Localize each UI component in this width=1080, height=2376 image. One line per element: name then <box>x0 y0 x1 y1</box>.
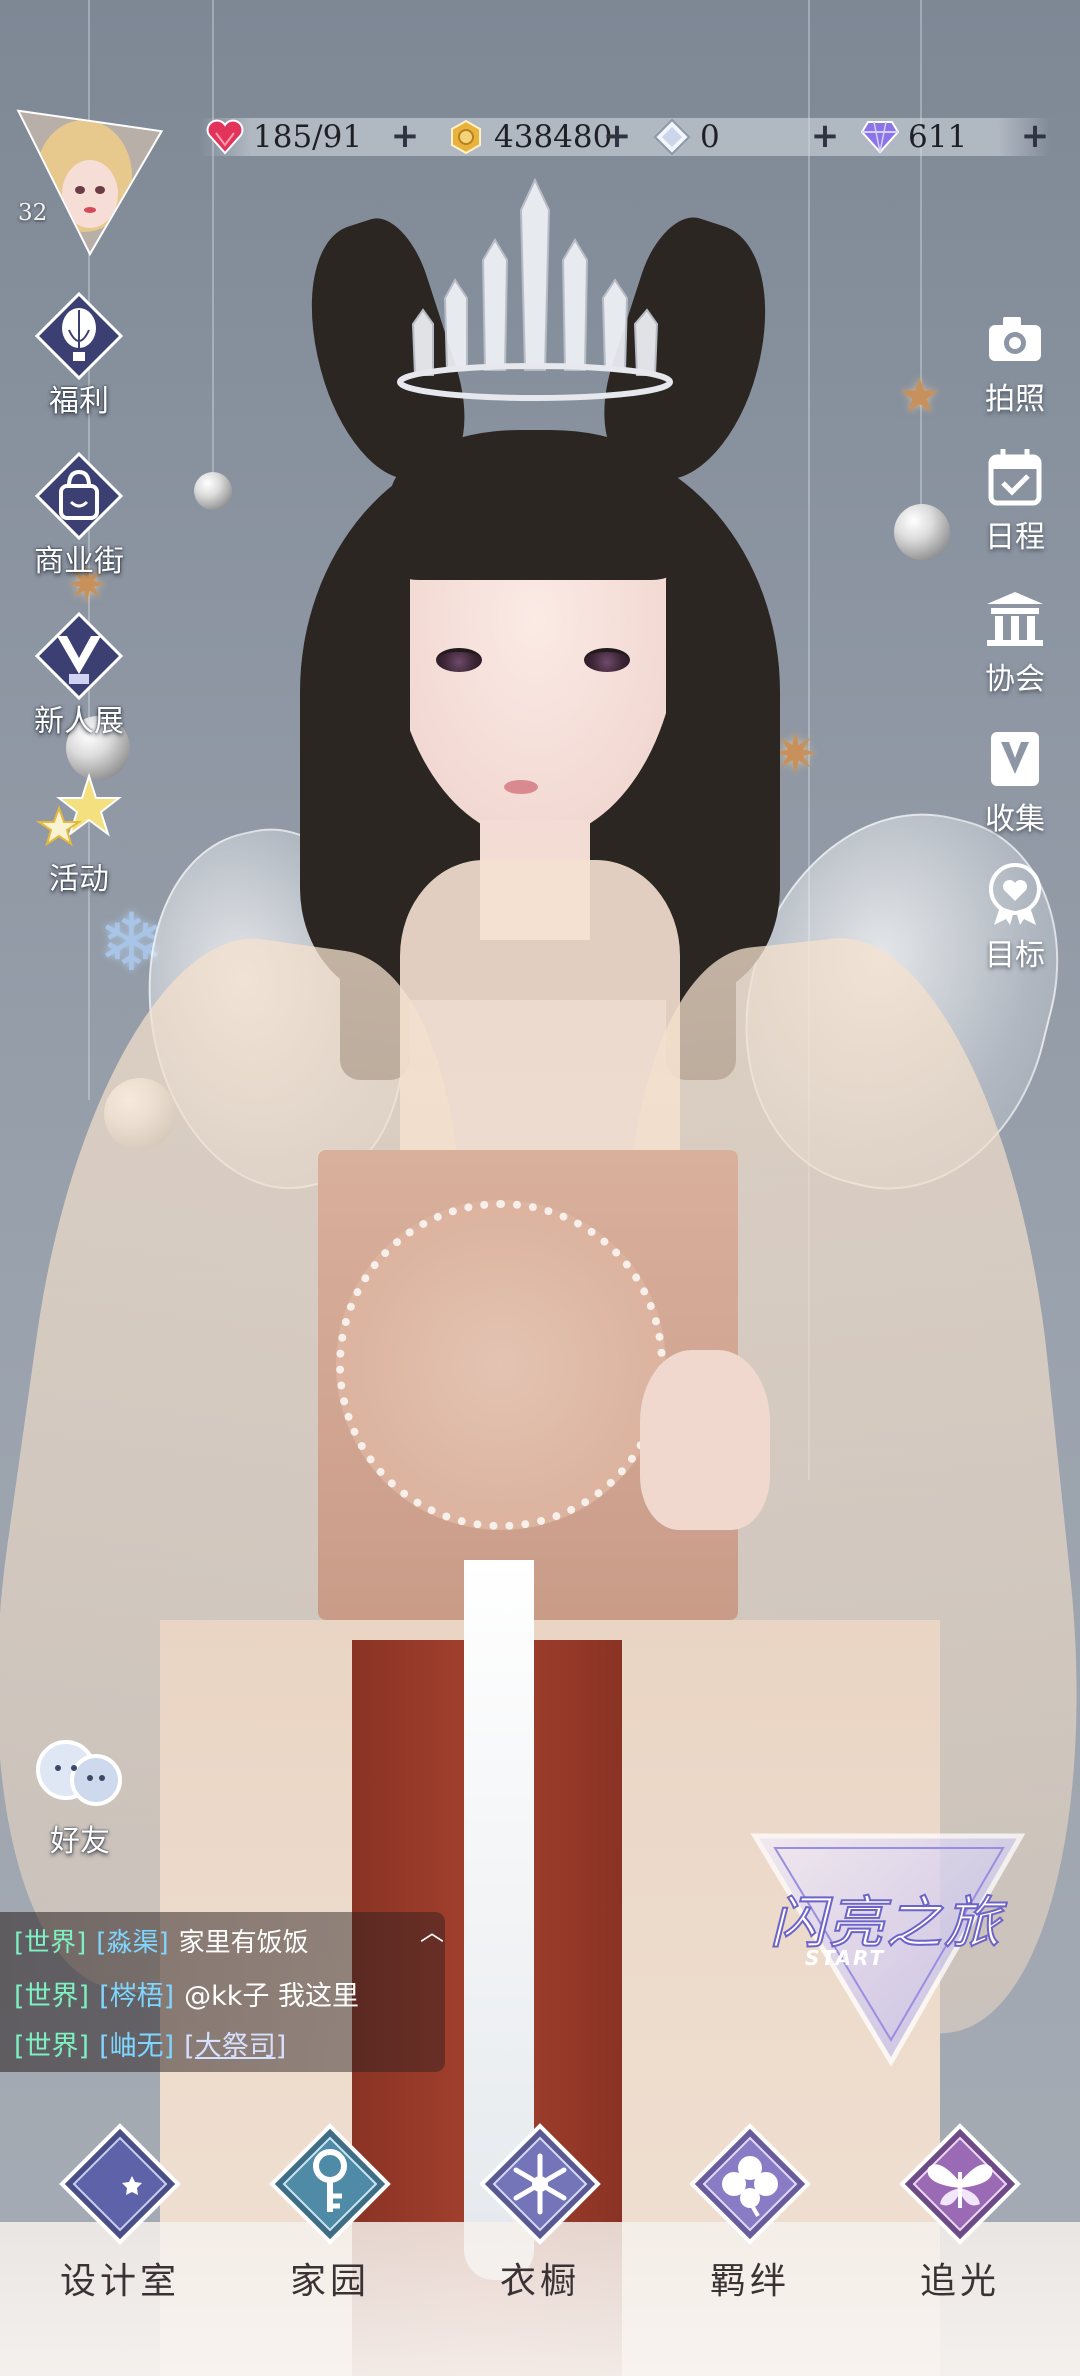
v-badge-icon <box>33 610 125 702</box>
schedule-label: 日程 <box>985 520 1045 555</box>
association-button[interactable]: 协会 <box>960 586 1070 698</box>
player-level: 32 <box>18 200 48 226</box>
newbie-exhibition-label: 新人展 <box>34 704 124 739</box>
player-avatar[interactable] <box>14 106 166 258</box>
chat-text: 家里有饭饭 <box>178 1928 309 1958</box>
welfare-button[interactable]: 福利 <box>14 290 144 420</box>
chevron-up-icon[interactable]: ︿ <box>418 1918 446 1946</box>
nav-wardrobe-label: 衣橱 <box>499 2261 580 2302</box>
shining-journey-banner[interactable]: 闪亮之旅 START <box>735 1822 1035 2072</box>
collection-label: 收集 <box>985 802 1045 837</box>
coin-icon <box>446 117 486 157</box>
photo-button[interactable]: 拍照 <box>960 306 1070 418</box>
add-crystal-button[interactable]: + <box>806 118 844 156</box>
chat-user[interactable]: [淼渠] <box>96 1922 168 1959</box>
nav-design-room-label: 设计室 <box>59 2261 180 2302</box>
crystal-value: 0 <box>700 119 720 155</box>
key-icon <box>264 2118 396 2250</box>
crystal-counter: 0 <box>652 112 720 162</box>
nav-wardrobe[interactable]: 衣橱 <box>460 2118 620 2304</box>
diamond-counter: 611 <box>860 112 967 162</box>
diamond-value: 611 <box>908 119 968 155</box>
friends-icon <box>30 1732 130 1822</box>
welfare-label: 福利 <box>49 384 109 419</box>
nav-bonds[interactable]: 羁绊 <box>670 2118 830 2304</box>
shopping-street-button[interactable]: 商业街 <box>14 450 144 580</box>
rabbit-embroidery <box>336 1200 666 1530</box>
butterfly-icon <box>894 2118 1026 2250</box>
nav-chase-light-label: 追光 <box>919 2261 1000 2302</box>
crystal-icon <box>652 117 692 157</box>
left-eye <box>436 648 482 672</box>
hanging-string <box>212 0 214 480</box>
coin-counter: 438480 <box>446 112 612 162</box>
star-ornament: ★ <box>898 368 942 424</box>
shopping-bag-icon <box>33 450 125 542</box>
add-diamonds-button[interactable]: + <box>1016 118 1054 156</box>
heart-gem-icon <box>205 117 245 157</box>
banner-start-label: START <box>805 1946 886 1970</box>
chat-channel: [世界] <box>14 1981 90 2012</box>
clover-icon <box>684 2118 816 2250</box>
stars-icon <box>33 768 125 860</box>
heart-medal-icon <box>982 862 1048 928</box>
crescent-moon-icon <box>54 2118 186 2250</box>
association-label: 协会 <box>985 662 1045 697</box>
hot-air-balloon-icon <box>33 290 125 382</box>
nav-chase-light[interactable]: 追光 <box>880 2118 1040 2304</box>
chat-channel: [世界] <box>14 2031 90 2062</box>
pearl-ornament <box>894 504 950 560</box>
events-button[interactable]: 活动 <box>14 768 144 898</box>
banner-title: 闪亮之旅 <box>769 1890 1002 1957</box>
schedule-button[interactable]: 日程 <box>960 444 1070 556</box>
collection-button[interactable]: 收集 <box>960 726 1070 838</box>
lips <box>504 780 538 794</box>
goals-button[interactable]: 目标 <box>960 862 1070 974</box>
chat-channel: [世界] <box>14 1928 87 1958</box>
nav-home-label: 家园 <box>289 2261 370 2302</box>
hair-bangs <box>390 430 680 580</box>
friends-button[interactable]: 好友 <box>28 1732 132 1860</box>
photo-label: 拍照 <box>985 382 1045 417</box>
right-eye <box>584 648 630 672</box>
stamina-value: 185/91 <box>253 119 363 155</box>
chat-user[interactable]: [梣梧] <box>99 1974 174 2013</box>
stamina-counter: 185/91 <box>205 112 362 162</box>
hand <box>640 1350 770 1530</box>
hanging-string <box>920 0 922 520</box>
add-coins-button[interactable]: + <box>598 118 636 156</box>
events-label: 活动 <box>49 862 109 897</box>
friends-label: 好友 <box>50 1824 110 1859</box>
v-bookmark-icon <box>982 726 1048 792</box>
pearl-ornament <box>194 472 232 510</box>
avatar-frame <box>16 109 164 257</box>
diamond-icon <box>860 117 900 157</box>
chat-user[interactable]: [岫无] <box>99 2024 174 2063</box>
nav-bonds-label: 羁绊 <box>709 2261 790 2302</box>
building-icon <box>982 586 1048 652</box>
chat-message: [世界] [梣梧] @kk子 我这里 <box>14 1974 359 2013</box>
newbie-exhibition-button[interactable]: 新人展 <box>14 610 144 740</box>
chat-text: @kk子 我这里 <box>184 1981 360 2012</box>
snowflake-icon <box>474 2118 606 2250</box>
calendar-check-icon <box>982 444 1048 510</box>
nav-home[interactable]: 家园 <box>250 2118 410 2304</box>
crystal-crown <box>397 177 673 401</box>
chat-message: [世界] [岫无] [大祭司] <box>14 2024 286 2063</box>
coin-value: 438480 <box>494 119 613 155</box>
goals-label: 目标 <box>985 938 1045 973</box>
chat-item-link[interactable]: [大祭司] <box>184 2024 286 2063</box>
chat-message: [世界] [淼渠] 家里有饭饭 <box>14 1922 309 1959</box>
shopping-street-label: 商业街 <box>34 544 124 579</box>
nav-design-room[interactable]: 设计室 <box>40 2118 200 2304</box>
add-stamina-button[interactable]: + <box>386 118 424 156</box>
camera-icon <box>982 306 1048 372</box>
